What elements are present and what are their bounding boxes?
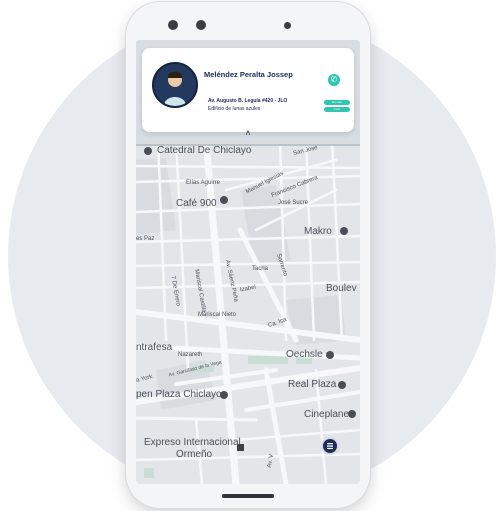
- status-badge: 0 km: [324, 107, 350, 112]
- camera-dot: [168, 20, 178, 30]
- map-label-cafe-900: Café 900: [176, 198, 217, 209]
- trip-building: Edificio de lunas azules: [208, 106, 261, 112]
- map-label-mariscal-nieto: Mariscal Nieto: [198, 312, 237, 318]
- map-label-trafesa: ntrafesa: [136, 342, 173, 353]
- map-label-tacna: Tacna: [252, 266, 269, 272]
- map-label-ormeno: Ormeño: [176, 449, 213, 460]
- home-indicator[interactable]: [222, 494, 274, 498]
- app-screen: Catedral De Chiclayo San José Elías Agui…: [136, 40, 360, 484]
- phone-icon[interactable]: ✆: [328, 74, 340, 86]
- map-label-cathedral: Catedral De Chiclayo: [157, 145, 252, 156]
- chevron-up-icon[interactable]: ˄: [236, 128, 260, 138]
- map-label-cineplanet: Cineplanet: [304, 409, 352, 420]
- sensor-dot: [284, 22, 291, 29]
- map-label-real-plaza: Real Plaza: [288, 379, 337, 390]
- driver-avatar: [152, 62, 198, 108]
- menu-button[interactable]: [321, 437, 339, 455]
- list-icon: [327, 443, 333, 450]
- driver-name: Meléndez Peralta Jossep: [204, 70, 293, 79]
- camera-dot: [196, 20, 206, 30]
- map-label-nazareth: Nazareth: [178, 352, 203, 358]
- status-badge: En ruta: [324, 100, 350, 105]
- phone-frame: Catedral De Chiclayo San José Elías Agui…: [126, 2, 370, 508]
- map-label-boulevard: Boulev: [326, 283, 357, 294]
- map-label-oechsle: Oechsle: [286, 349, 323, 360]
- map-label-paz: es Paz: [136, 236, 155, 242]
- map-label-expreso: Expreso Internacional: [144, 437, 241, 448]
- trip-address: Av. Augusto B. Leguía #420 - JLO: [208, 98, 288, 104]
- driver-card[interactable]: Meléndez Peralta Jossep ✆ Av. Augusto B.…: [142, 48, 354, 132]
- map-label-elias-aguirre: Elías Aguirre: [186, 180, 221, 186]
- map-label-makro: Makro: [304, 226, 332, 237]
- map-label-open-plaza: pen Plaza Chiclayo: [136, 389, 222, 400]
- map-label-jose-sucre: José Sucre: [278, 200, 309, 206]
